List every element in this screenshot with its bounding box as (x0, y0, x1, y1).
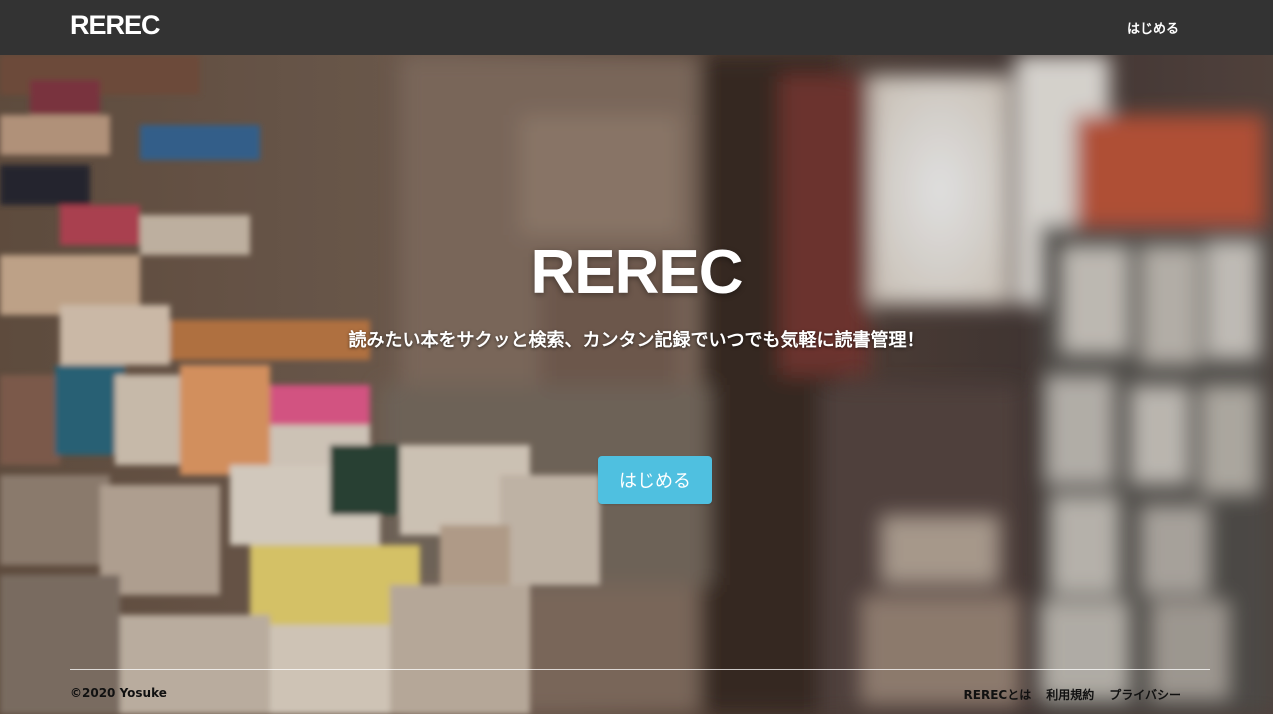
footer-link-terms[interactable]: 利用規約 (1046, 686, 1094, 703)
nav-start-link[interactable]: はじめる (1127, 18, 1179, 37)
footer-divider (70, 669, 1210, 670)
brand-logo-link[interactable]: REREC (70, 10, 161, 41)
hero-section: REREC 読みたい本をサクッと検索、カンタン記録でいつでも気軽に読書管理！ は… (0, 55, 1273, 714)
navbar: REREC はじめる (0, 0, 1273, 55)
footer-links: RERECとは 利用規約 プライバシー (964, 686, 1181, 703)
hero-title: REREC (530, 238, 743, 307)
footer-link-about[interactable]: RERECとは (964, 686, 1032, 703)
footer-copyright: ©2020 Yosuke (70, 686, 167, 700)
hero-background-image (0, 55, 1273, 714)
start-button[interactable]: はじめる (598, 456, 712, 504)
hero-subtitle: 読みたい本をサクッと検索、カンタン記録でいつでも気軽に読書管理！ (348, 330, 925, 351)
footer-link-privacy[interactable]: プライバシー (1109, 686, 1181, 703)
